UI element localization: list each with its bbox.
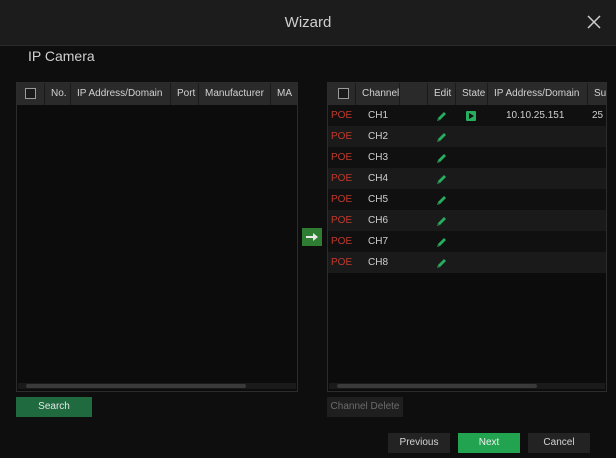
channel-label: CH2 [368,131,389,142]
channel-label: CH4 [368,173,389,184]
poe-label: POE [331,131,353,142]
subnet-cell [588,168,606,189]
play-state-icon [456,189,488,210]
table-row[interactable]: POE CH6 [328,210,606,231]
poe-label: POE [331,236,353,247]
search-button[interactable]: Search [16,397,92,417]
previous-button[interactable]: Previous [388,433,450,453]
col-port[interactable]: Port [171,83,199,105]
edit-icon[interactable] [428,189,456,210]
play-state-icon [456,231,488,252]
table-row[interactable]: POE CH3 [328,147,606,168]
edit-icon[interactable] [428,210,456,231]
edit-icon[interactable] [428,105,456,126]
blank-cell [400,210,428,231]
subnet-cell: 25 [592,110,604,121]
ip-address-cell [488,189,588,210]
search-results-header: No. IP Address/Domain Port Manufacturer … [17,83,297,105]
edit-icon[interactable] [428,252,456,273]
select-all-channels-checkbox[interactable] [328,83,356,105]
channel-label: CH8 [368,257,389,268]
poe-label: POE [331,152,353,163]
cancel-button[interactable]: Cancel [528,433,590,453]
col-subnet[interactable]: Sub [588,83,606,105]
poe-label: POE [331,194,353,205]
channel-list-panel: Channel Edit State IP Address/Domain Sub… [327,82,607,392]
col-mac[interactable]: MA [271,83,297,105]
ip-address-cell [488,231,588,252]
ip-address-cell [488,147,588,168]
poe-label: POE [331,215,353,226]
channel-delete-button[interactable]: Channel Delete [327,397,403,417]
table-row[interactable]: POE CH7 [328,231,606,252]
col-ip-address[interactable]: IP Address/Domain [71,83,171,105]
blank-cell [400,105,428,126]
title-bar: Wizard [0,0,616,46]
col-state[interactable]: State [456,83,488,105]
subnet-cell [588,210,606,231]
subnet-cell [588,147,606,168]
edit-icon[interactable] [428,147,456,168]
play-state-icon [456,105,488,126]
col-manufacturer[interactable]: Manufacturer [199,83,271,105]
channel-label: CH7 [368,236,389,247]
table-row[interactable]: POE CH1 10.10.25.151 25 [328,105,606,126]
scroll-thumb[interactable] [337,384,537,388]
table-row[interactable]: POE CH8 [328,252,606,273]
poe-label: POE [331,110,353,121]
select-all-checkbox[interactable] [17,83,45,105]
play-state-icon [456,252,488,273]
edit-icon[interactable] [428,168,456,189]
channel-list-header: Channel Edit State IP Address/Domain Sub [328,83,606,105]
ip-address-cell [488,126,588,147]
blank-cell [400,189,428,210]
edit-icon[interactable] [428,231,456,252]
subnet-cell [588,252,606,273]
table-row[interactable]: POE CH4 [328,168,606,189]
col-blank [400,83,428,105]
play-state-icon [456,147,488,168]
close-icon[interactable] [584,12,604,32]
channel-label: CH6 [368,215,389,226]
horizontal-scrollbar[interactable] [329,383,605,389]
add-camera-button[interactable] [302,228,322,246]
edit-icon[interactable] [428,126,456,147]
play-state-icon [456,210,488,231]
blank-cell [400,168,428,189]
col-edit[interactable]: Edit [428,83,456,105]
poe-label: POE [331,173,353,184]
blank-cell [400,147,428,168]
ip-address-cell [488,210,588,231]
play-state-icon [456,168,488,189]
poe-label: POE [331,257,353,268]
col-ip-address[interactable]: IP Address/Domain [488,83,588,105]
channel-rows: POE CH1 10.10.25.151 25 POE CH2 POE CH3 POE CH4 PO… [328,105,606,273]
scroll-thumb[interactable] [26,384,246,388]
table-row[interactable]: POE CH5 [328,189,606,210]
blank-cell [400,231,428,252]
ip-address-cell [488,168,588,189]
subnet-cell [588,231,606,252]
blank-cell [400,252,428,273]
col-no[interactable]: No. [45,83,71,105]
blank-cell [400,126,428,147]
ip-address-cell: 10.10.25.151 [506,110,565,121]
horizontal-scrollbar[interactable] [18,383,296,389]
subnet-cell [588,126,606,147]
play-state-icon [456,126,488,147]
table-row[interactable]: POE CH2 [328,126,606,147]
section-title: IP Camera [28,48,95,64]
col-channel[interactable]: Channel [356,83,400,105]
window-title: Wizard [284,14,332,31]
ip-address-cell [488,252,588,273]
channel-label: CH1 [368,110,389,121]
arrow-right-icon [306,233,318,241]
subnet-cell [588,189,606,210]
wizard-window: Wizard IP Camera No. IP Address/Domain P… [0,0,616,458]
search-results-panel: No. IP Address/Domain Port Manufacturer … [16,82,298,392]
channel-label: CH5 [368,194,389,205]
channel-label: CH3 [368,152,389,163]
next-button[interactable]: Next [458,433,520,453]
